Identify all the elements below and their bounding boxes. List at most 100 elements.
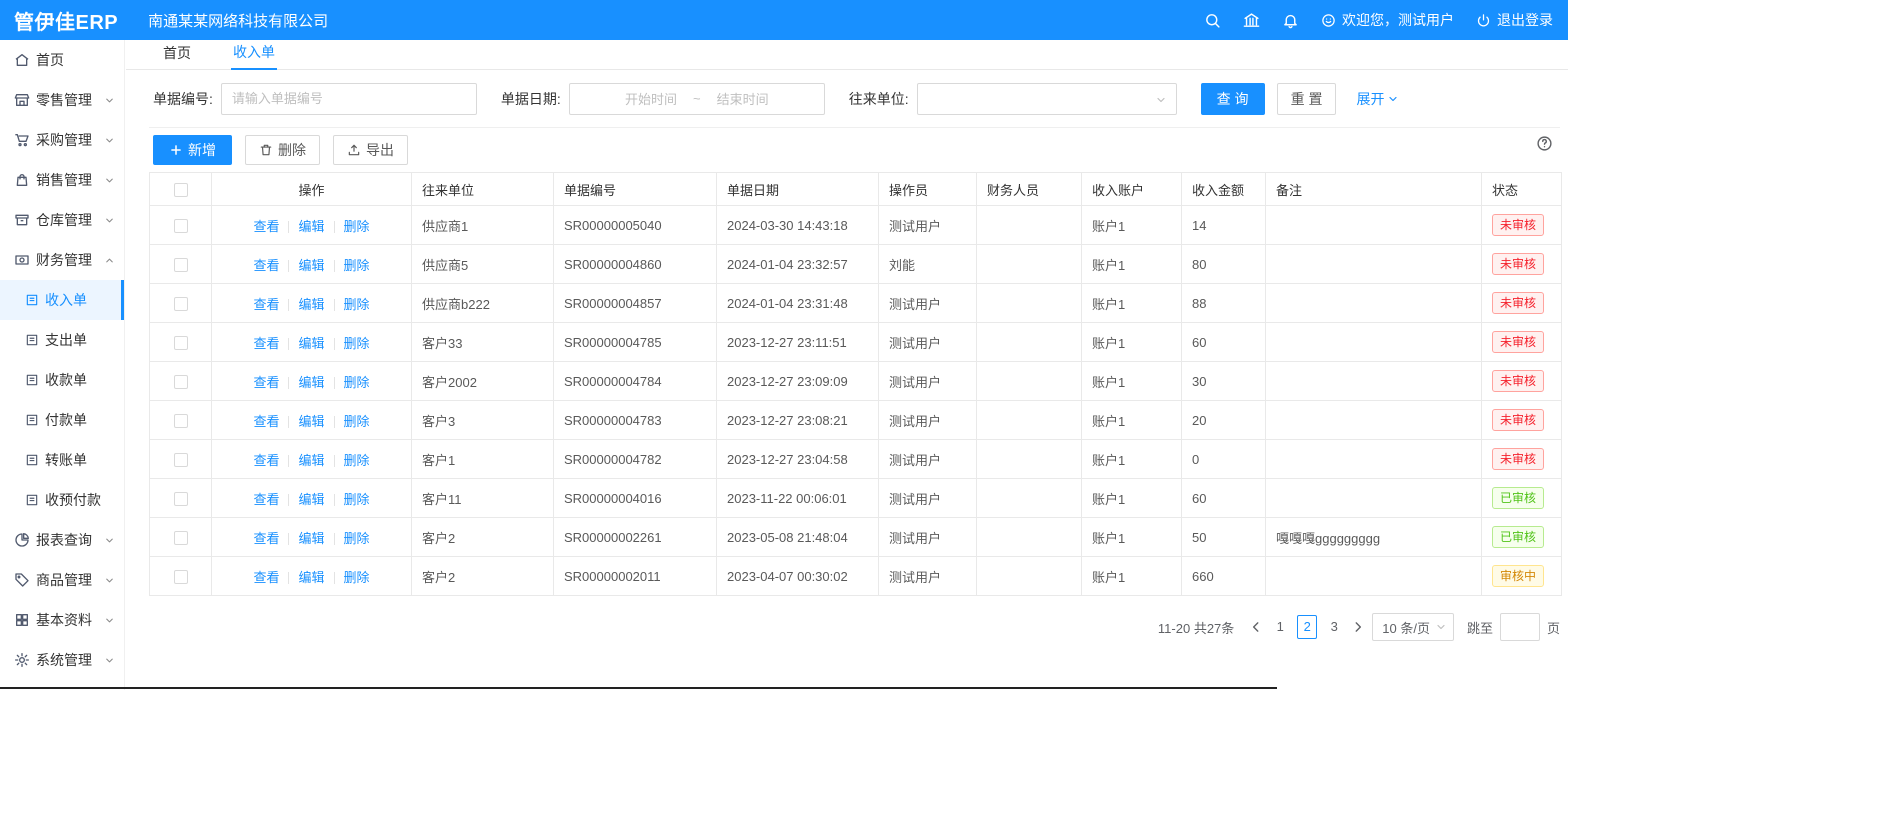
delete-button[interactable]: 删除 [245,135,320,165]
row-action-view[interactable]: 查看 [253,414,279,429]
row-checkbox[interactable] [174,453,188,467]
sidebar-item-basic-data[interactable]: 基本资料 [0,600,124,640]
row-action-edit[interactable]: 编辑 [298,492,324,507]
row-action-view[interactable]: 查看 [253,375,279,390]
select-all-checkbox[interactable] [174,183,188,197]
row-checkbox[interactable] [174,375,188,389]
date-range-picker[interactable]: 开始时间 ~ 结束时间 [569,83,825,115]
sidebar-subitem-transfer[interactable]: 转账单 [0,440,124,480]
row-action-edit[interactable]: 编辑 [298,453,324,468]
sidebar-subitem-expense[interactable]: 支出单 [0,320,124,360]
row-action-delete[interactable]: 删除 [344,531,370,546]
row-checkbox[interactable] [174,336,188,350]
row-actions-cell: 查看 编辑 删除 [212,557,412,596]
sidebar-item-reports[interactable]: 报表查询 [0,520,124,560]
row-action-delete[interactable]: 删除 [344,297,370,312]
action-separator [334,416,335,428]
row-action-view[interactable]: 查看 [253,297,279,312]
export-button[interactable]: 导出 [333,135,408,165]
row-action-view[interactable]: 查看 [253,492,279,507]
row-action-delete[interactable]: 删除 [344,414,370,429]
row-action-delete[interactable]: 删除 [344,492,370,507]
row-action-edit[interactable]: 编辑 [298,297,324,312]
row-action-delete[interactable]: 删除 [344,453,370,468]
prev-page-button[interactable] [1249,620,1263,634]
sidebar-item-goods[interactable]: 商品管理 [0,560,124,600]
sidebar-item-warehouse[interactable]: 仓库管理 [0,200,124,240]
sidebar-item-sales[interactable]: 销售管理 [0,160,124,200]
expand-label: 展开 [1356,89,1384,109]
sidebar-item-label: 转账单 [45,450,87,470]
row-action-delete[interactable]: 删除 [344,219,370,234]
cell-date: 2023-11-22 00:06:01 [717,479,879,518]
row-action-view[interactable]: 查看 [253,258,279,273]
sidebar-item-system[interactable]: 系统管理 [0,640,124,680]
logout-button[interactable]: 退出登录 [1476,10,1553,30]
row-action-delete[interactable]: 删除 [344,570,370,585]
chevron-down-icon [104,95,115,106]
row-action-edit[interactable]: 编辑 [298,375,324,390]
logout-icon [1476,13,1491,28]
row-action-view[interactable]: 查看 [253,219,279,234]
doc-no-input[interactable] [221,83,477,115]
chevron-down-icon [104,175,115,186]
row-action-edit[interactable]: 编辑 [298,258,324,273]
tab-income-doc[interactable]: 收入单 [231,42,277,70]
row-action-edit[interactable]: 编辑 [298,336,324,351]
row-action-view[interactable]: 查看 [253,336,279,351]
bank-icon[interactable] [1243,12,1260,29]
search-icon[interactable] [1204,12,1221,29]
page-button-3[interactable]: 3 [1324,615,1344,639]
row-checkbox[interactable] [174,258,188,272]
help-icon[interactable] [1536,135,1553,152]
row-action-view[interactable]: 查看 [253,570,279,585]
cell-account: 账户1 [1082,479,1182,518]
header-actions: 欢迎您，测试用户 退出登录 [1204,10,1553,30]
cell-finance [977,440,1082,479]
row-action-delete[interactable]: 删除 [344,336,370,351]
action-separator [334,299,335,311]
screenshot-canvas: 管伊佳ERP 南通某某网络科技有限公司 欢迎您，测试用户 [0,0,1902,836]
row-checkbox[interactable] [174,570,188,584]
user-welcome[interactable]: 欢迎您，测试用户 [1321,10,1454,30]
row-select-cell [150,479,212,518]
page-button-1[interactable]: 1 [1270,615,1290,639]
action-separator [334,455,335,467]
page-size-select[interactable]: 10 条/页 [1372,613,1454,641]
row-action-view[interactable]: 查看 [253,453,279,468]
row-checkbox[interactable] [174,297,188,311]
bell-icon[interactable] [1282,12,1299,29]
row-checkbox[interactable] [174,219,188,233]
page-button-2[interactable]: 2 [1297,615,1317,639]
row-checkbox[interactable] [174,531,188,545]
row-action-edit[interactable]: 编辑 [298,531,324,546]
cell-amount: 660 [1182,557,1266,596]
sidebar-item-retail[interactable]: 零售管理 [0,80,124,120]
row-action-delete[interactable]: 删除 [344,375,370,390]
tab-home[interactable]: 首页 [161,43,193,69]
sidebar-item-home[interactable]: 首页 [0,40,124,80]
search-button[interactable]: 查 询 [1201,83,1265,115]
sidebar-item-purchase[interactable]: 采购管理 [0,120,124,160]
reset-button[interactable]: 重 置 [1277,83,1337,115]
row-action-view[interactable]: 查看 [253,531,279,546]
status-badge: 未审核 [1492,370,1544,392]
sidebar-subitem-advance[interactable]: 收预付款 [0,480,124,520]
row-action-delete[interactable]: 删除 [344,258,370,273]
pie-chart-icon [14,532,30,548]
partner-select[interactable] [917,83,1177,115]
row-action-edit[interactable]: 编辑 [298,414,324,429]
sidebar-subitem-payment[interactable]: 付款单 [0,400,124,440]
sidebar-item-label: 仓库管理 [36,210,92,230]
next-page-button[interactable] [1351,620,1365,634]
row-action-edit[interactable]: 编辑 [298,219,324,234]
row-checkbox[interactable] [174,414,188,428]
expand-link[interactable]: 展开 [1356,89,1399,109]
sidebar-item-finance[interactable]: 财务管理 [0,240,124,280]
jump-page-input[interactable] [1500,613,1540,641]
sidebar-subitem-income[interactable]: 收入单 [0,280,124,320]
row-action-edit[interactable]: 编辑 [298,570,324,585]
row-checkbox[interactable] [174,492,188,506]
add-button[interactable]: 新增 [153,135,232,165]
sidebar-subitem-receipt[interactable]: 收款单 [0,360,124,400]
